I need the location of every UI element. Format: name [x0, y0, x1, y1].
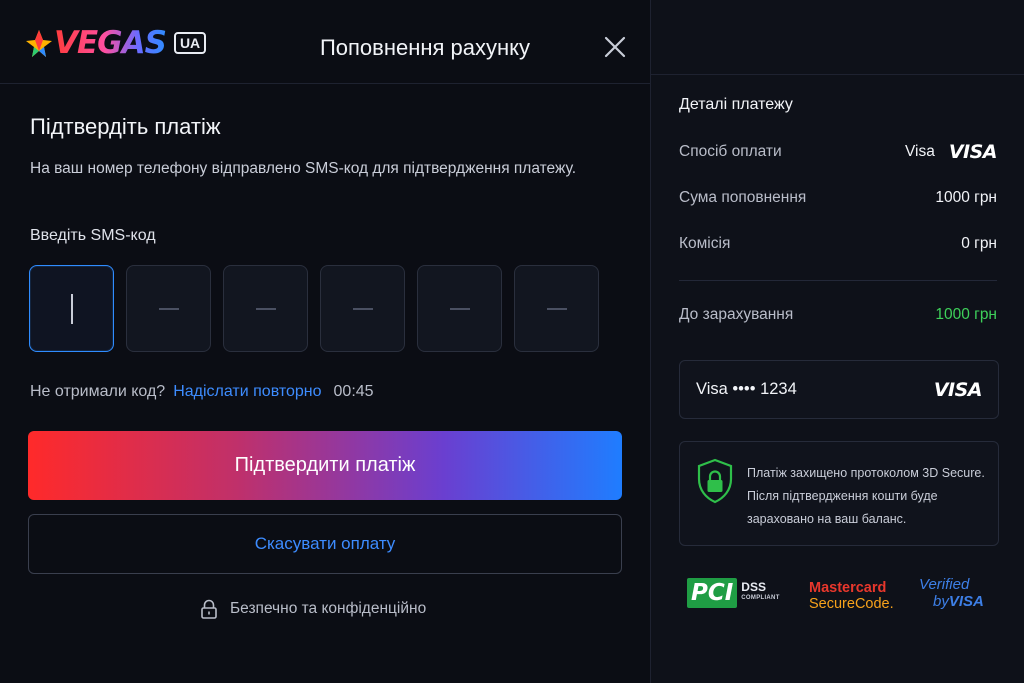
payment-details-panel: Деталі платежу Спосіб оплати Visa VISA С…: [650, 0, 1024, 683]
security-badges: PCI DSS COMPLIANT Mastercard SecureCode.…: [687, 576, 997, 616]
resend-row: Не отримали код? Надіслати повторно 00:4…: [30, 383, 374, 401]
code-digit-5[interactable]: [417, 265, 502, 352]
amount-row: Сума поповнення 1000 грн: [679, 189, 997, 207]
selected-card: Visa •••• 1234 VISA: [679, 360, 999, 419]
verified-by-visa-badge: Verified byVISA: [919, 576, 984, 610]
fee-label: Комісія: [679, 235, 731, 252]
visa-brand: VISA: [948, 593, 984, 610]
amount-label: Сума поповнення: [679, 189, 807, 206]
text-caret: [70, 293, 73, 324]
shield-lock-icon: [697, 458, 733, 504]
code-digit-1[interactable]: [29, 265, 114, 352]
amount-value: 1000 грн: [935, 189, 997, 206]
confirm-title: Підтвердіть платіж: [30, 114, 221, 139]
placeholder-dash: [449, 307, 470, 310]
sms-code-input: [29, 265, 599, 352]
pci-dss-text: DSS COMPLIANT: [741, 580, 780, 604]
details-title: Деталі платежу: [679, 96, 793, 113]
by-text: by: [933, 593, 949, 610]
sms-code-label: Введіть SMS-код: [30, 227, 156, 244]
mastercard-line2: SecureCode.: [809, 596, 894, 612]
method-value: Visa VISA: [904, 141, 998, 163]
method-name: Visa: [904, 143, 935, 160]
mastercard-line1: Mastercard: [809, 580, 887, 596]
credit-label: До зарахування: [679, 306, 794, 323]
confirm-payment-button[interactable]: Підтвердити платіж: [28, 431, 622, 500]
resend-link[interactable]: Надіслати повторно: [173, 383, 321, 401]
lock-icon: [201, 599, 217, 619]
secure-note-text: Безпечно та конфіденційно: [230, 600, 427, 617]
mastercard-securecode-badge: Mastercard SecureCode.: [809, 580, 894, 612]
by-visa-line: byVISA: [919, 593, 984, 610]
payment-modal: VEGAS UA Поповнення рахунку Підтвердіть …: [0, 0, 650, 683]
pci-compliant-label: COMPLIANT: [741, 595, 780, 601]
fee-value: 0 грн: [961, 235, 997, 252]
placeholder-dash: [546, 307, 567, 310]
card-number: Visa •••• 1234: [696, 380, 797, 398]
visa-logo-icon: VISA: [948, 141, 998, 163]
modal-header: VEGAS UA Поповнення рахунку: [0, 0, 650, 84]
placeholder-dash: [255, 307, 276, 310]
code-digit-3[interactable]: [223, 265, 308, 352]
fee-row: Комісія 0 грн: [679, 235, 997, 253]
secure-note: Безпечно та конфіденційно: [200, 599, 426, 619]
panel-divider: [651, 74, 1024, 75]
pci-logo: PCI: [687, 578, 738, 608]
placeholder-dash: [158, 307, 179, 310]
pci-dss-label: DSS: [741, 580, 766, 594]
close-icon[interactable]: [602, 34, 628, 60]
visa-logo-icon: VISA: [933, 378, 983, 401]
3d-secure-notice: Платіж захищено протоколом 3D Secure. Пі…: [679, 441, 999, 546]
resend-question: Не отримали код?: [30, 383, 166, 400]
method-row: Спосіб оплати Visa VISA: [679, 141, 998, 163]
code-digit-4[interactable]: [320, 265, 405, 352]
verified-line: Verified: [919, 576, 970, 593]
code-digit-6[interactable]: [514, 265, 599, 352]
placeholder-dash: [352, 307, 373, 310]
credit-value: 1000 грн: [935, 306, 997, 323]
resend-timer: 00:45: [333, 383, 374, 400]
confirm-description: На ваш номер телефону відправлено SMS-ко…: [30, 160, 577, 177]
3d-secure-text: Платіж захищено протоколом 3D Secure. Пі…: [747, 466, 985, 526]
pci-dss-badge: PCI DSS COMPLIANT: [687, 578, 780, 608]
code-digit-2[interactable]: [126, 265, 211, 352]
details-divider: [679, 280, 997, 281]
credit-row: До зарахування 1000 грн: [679, 306, 997, 324]
method-label: Спосіб оплати: [679, 143, 782, 160]
cancel-payment-button[interactable]: Скасувати оплату: [28, 514, 622, 574]
